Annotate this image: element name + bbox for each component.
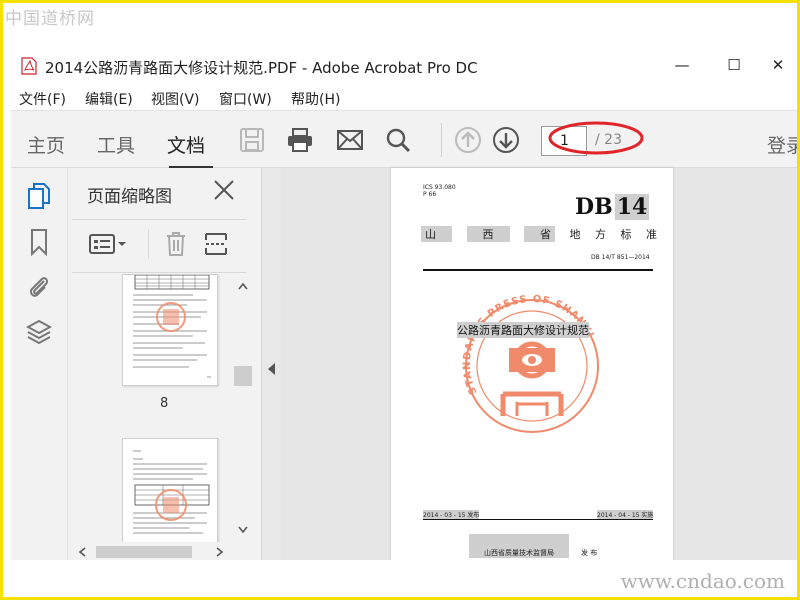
title-bar: 2014公路沥青路面大修设计规范.PDF - Adobe Acrobat Pro… [3, 49, 797, 83]
publisher-seal: STANDARDS PRESS OF SHANXI [462, 294, 599, 433]
db-prefix: DB [575, 194, 613, 220]
province-char: 省 [524, 226, 555, 242]
publish-date: 2014 - 03 - 15 发布 [423, 510, 480, 519]
document-page: ICS 93.080 P 66 DB 14 山 西 省 地 方 标 准 DB 14… [391, 168, 673, 560]
tab-document[interactable]: 文档 [167, 131, 205, 158]
scroll-up-icon[interactable] [238, 282, 248, 290]
menu-window[interactable]: 窗口(W) [219, 89, 272, 109]
document-view[interactable]: ICS 93.080 P 66 DB 14 山 西 省 地 方 标 准 DB 14… [281, 168, 797, 560]
thumbnails-panel: 页面缩略图 8 [67, 168, 261, 560]
left-navigation-rail [11, 168, 67, 560]
window-title: 2014公路沥青路面大修设计规范.PDF - Adobe Acrobat Pro… [45, 59, 478, 77]
thumbnail-page-number: 8 [160, 396, 169, 411]
province-char: 地 [569, 228, 581, 241]
thumbnail-list[interactable]: 8 [72, 274, 232, 542]
province-char: 准 [646, 228, 657, 241]
province-char: 山 [421, 226, 452, 242]
province-char: 西 [466, 226, 510, 242]
attachment-icon[interactable] [25, 272, 53, 300]
print-icon[interactable] [285, 125, 315, 155]
scroll-right-icon[interactable] [216, 547, 224, 557]
page-thumbnails-icon[interactable] [25, 182, 53, 210]
thumbnail-options-icon[interactable] [88, 230, 128, 258]
save-icon[interactable] [237, 125, 267, 155]
page-down-icon[interactable] [491, 125, 521, 155]
menu-edit[interactable]: 编辑(E) [85, 89, 133, 109]
app-frame: 中国道桥网 2014公路沥青路面大修设计规范.PDF - Adobe Acrob… [3, 3, 797, 597]
watermark-bottom: www.cndao.com [620, 569, 785, 593]
toolbar-separator [148, 230, 149, 258]
horizontal-scroll-thumb[interactable] [96, 546, 192, 558]
thumbnail-vertical-scrollbar[interactable] [234, 276, 252, 542]
thumbnail-horizontal-scrollbar[interactable] [72, 544, 232, 560]
extract-pages-icon[interactable] [202, 230, 230, 258]
document-title: 公路沥青路面大修设计规范 [457, 322, 589, 338]
bookmark-icon[interactable] [25, 228, 53, 256]
tab-tools[interactable]: 工具 [97, 131, 135, 158]
maximize-button[interactable]: ☐ [719, 53, 749, 77]
ics-code: ICS 93.080 [423, 184, 456, 191]
vertical-scroll-thumb[interactable] [234, 366, 252, 386]
layers-icon[interactable] [25, 318, 53, 346]
header-rule [423, 269, 653, 271]
panel-divider [72, 272, 246, 273]
scroll-down-icon[interactable] [238, 526, 248, 534]
delete-page-icon[interactable] [162, 230, 190, 258]
search-icon[interactable] [383, 125, 413, 155]
pdf-file-icon [21, 57, 37, 75]
menu-bar: 文件(F) 编辑(E) 视图(V) 窗口(W) 帮助(H) [3, 85, 797, 111]
db-standard-mark: DB 14 [575, 194, 650, 220]
db-number: 14 [614, 194, 650, 220]
page-thumbnail-9[interactable] [122, 438, 218, 542]
province-char: 标 [620, 228, 632, 241]
red-annotation-ellipse [548, 121, 644, 155]
page-thumbnail-8[interactable] [122, 274, 218, 386]
tab-home[interactable]: 主页 [27, 131, 65, 158]
panel-title: 页面缩略图 [87, 187, 172, 207]
date-rule [423, 519, 653, 520]
classification-code: P 66 [423, 191, 437, 198]
login-link[interactable]: 登录 [767, 131, 797, 158]
standard-number: DB 14/T 851—2014 [591, 254, 650, 261]
toolbar-separator [441, 123, 442, 157]
minimize-button[interactable]: — [667, 53, 697, 77]
province-standard-line: 山 西 省 地 方 标 准 [421, 226, 657, 242]
menu-help[interactable]: 帮助(H) [291, 89, 340, 109]
menu-view[interactable]: 视图(V) [151, 89, 200, 109]
close-button[interactable]: ✕ [763, 53, 793, 77]
issue-word: 发 布 [581, 549, 598, 557]
email-icon[interactable] [335, 125, 365, 155]
issuing-authority: 山西省质量技术监督局 [469, 534, 569, 558]
main-toolbar: 主页 工具 文档 1 / 23 登录 [11, 110, 797, 169]
page-up-icon[interactable] [453, 125, 483, 155]
province-char: 方 [595, 228, 606, 241]
close-panel-icon[interactable] [210, 176, 238, 204]
watermark-top: 中国道桥网 [5, 9, 95, 29]
implement-date: 2014 - 04 - 15 实施 [597, 510, 654, 519]
panel-collapse-strip[interactable] [261, 168, 281, 560]
collapse-arrow-icon[interactable] [266, 362, 276, 376]
scroll-left-icon[interactable] [78, 547, 86, 557]
menu-file[interactable]: 文件(F) [19, 89, 66, 109]
panel-divider [72, 219, 246, 220]
